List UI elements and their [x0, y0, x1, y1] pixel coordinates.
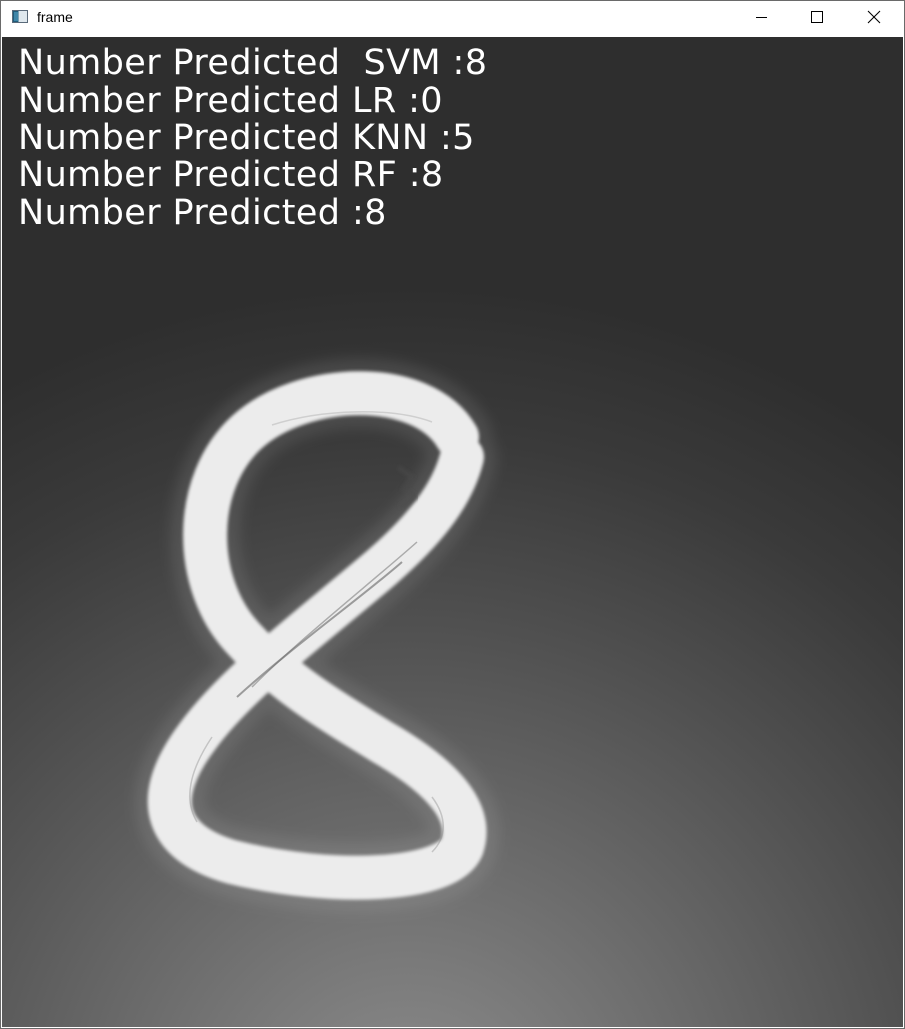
prediction-knn: Number Predicted KNN :5: [18, 118, 475, 158]
maximize-button[interactable]: [789, 1, 845, 33]
prediction-final: Number Predicted :8: [18, 193, 387, 233]
camera-frame: Number Predicted SVM :8 Number Predicted…: [2, 37, 903, 1027]
opencv-window-icon[interactable]: [12, 10, 28, 23]
window-title: frame: [37, 9, 73, 25]
close-icon: [867, 10, 881, 24]
prediction-svm: Number Predicted SVM :8: [18, 43, 488, 83]
close-button[interactable]: [846, 1, 902, 33]
prediction-rf: Number Predicted RF :8: [18, 155, 444, 195]
maximize-icon: [811, 11, 823, 23]
minimize-icon: [756, 17, 767, 18]
minimize-button[interactable]: [733, 1, 789, 33]
prediction-lr: Number Predicted LR :0: [18, 81, 443, 121]
title-bar[interactable]: frame: [1, 1, 904, 34]
opencv-window: frame Number Predicted SVM:8 Number Pre…: [0, 0, 905, 1029]
